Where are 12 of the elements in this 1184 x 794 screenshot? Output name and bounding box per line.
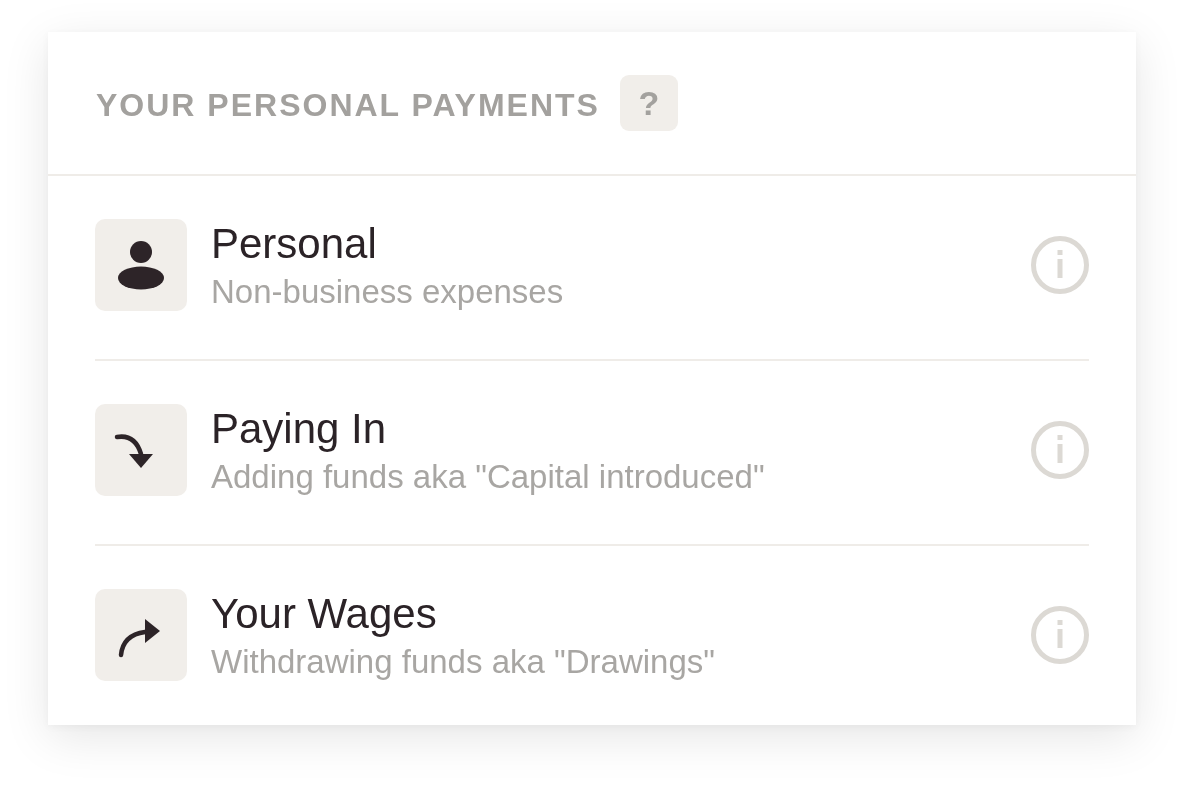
info-icon[interactable] bbox=[1031, 421, 1089, 479]
info-icon[interactable] bbox=[1031, 236, 1089, 294]
item-subtitle: Non-business expenses bbox=[211, 273, 564, 310]
section-title: YOUR PERSONAL PAYMENTS bbox=[96, 85, 600, 121]
item-title: Personal bbox=[211, 220, 377, 267]
item-subtitle: Withdrawing funds aka "Drawings" bbox=[211, 643, 715, 680]
info-icon[interactable] bbox=[1031, 606, 1089, 664]
item-title: Your Wages bbox=[211, 590, 437, 637]
person-icon bbox=[95, 219, 187, 311]
item-title: Paying In bbox=[211, 405, 387, 452]
item-subtitle: Adding funds aka "Capital introduced" bbox=[211, 458, 765, 495]
help-button[interactable]: ? bbox=[619, 75, 678, 131]
